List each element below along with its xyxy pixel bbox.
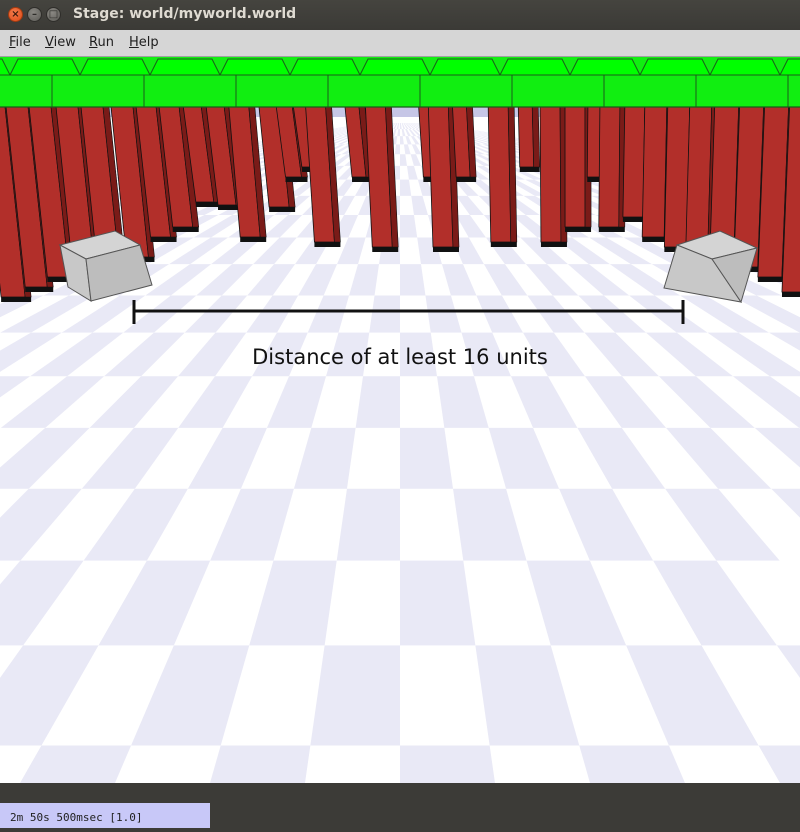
pillar-shadow <box>172 227 199 232</box>
close-icon: × <box>11 9 20 20</box>
floor-tile <box>336 488 400 561</box>
pillar-shadow <box>314 242 341 247</box>
pillar <box>564 96 586 228</box>
pillar-shadow <box>598 227 625 232</box>
floor-tile <box>400 745 495 783</box>
wall-top-block <box>709 58 781 76</box>
menu-run[interactable]: Run <box>89 35 114 50</box>
wall-block <box>603 74 697 108</box>
wall-top-block <box>639 58 711 76</box>
menu-help[interactable]: Help <box>129 35 159 50</box>
floor-tile <box>400 560 476 646</box>
wall-top-block <box>9 58 81 76</box>
wall-block <box>695 74 789 108</box>
wall-top-block <box>289 58 361 76</box>
menu-help-label: elp <box>138 35 159 50</box>
wall-top-block <box>429 58 501 76</box>
maximize-icon: □ <box>48 9 59 20</box>
wall-block <box>419 74 513 108</box>
floor-tile <box>400 264 426 296</box>
menu-run-label: un <box>97 35 114 50</box>
wall-block <box>235 74 329 108</box>
pillar <box>641 96 668 238</box>
pillar-shadow <box>195 202 220 207</box>
pillar-shadow <box>285 177 308 182</box>
floor-tile <box>579 745 685 783</box>
minimize-icon: – <box>32 9 37 20</box>
status-bar: 2m 50s 500msec [1.0] <box>0 783 800 828</box>
window-title: Stage: world/myworld.world <box>73 6 297 22</box>
maximize-window-button[interactable]: □ <box>46 7 61 22</box>
pillar-shadow <box>432 247 459 252</box>
wall-block <box>0 74 53 108</box>
wall-top-block <box>79 58 151 76</box>
pillar-shadow <box>269 207 296 212</box>
wall-block <box>787 74 800 108</box>
wall-block <box>327 74 421 108</box>
menu-help-mnemonic: H <box>129 35 139 50</box>
pillar-shadow <box>240 237 267 242</box>
pillar <box>598 96 621 228</box>
pillar <box>622 96 646 218</box>
pillar <box>539 96 562 243</box>
menu-bar: File View Run Help <box>0 30 800 57</box>
wall-top-block <box>149 58 221 76</box>
floor-tile <box>369 295 400 333</box>
menu-file[interactable]: File <box>9 35 31 50</box>
menu-view-label: iew <box>53 35 76 50</box>
wall-block <box>143 74 237 108</box>
menu-view-mnemonic: V <box>45 35 54 50</box>
pillar-shadow <box>372 247 399 252</box>
world-render <box>0 57 800 783</box>
pillar-shadow <box>540 242 567 247</box>
green-wall <box>0 57 800 108</box>
wall-top-block <box>359 58 431 76</box>
pillar-shadow <box>25 287 54 292</box>
menu-view[interactable]: View <box>45 35 76 50</box>
pillar-shadow <box>150 237 177 242</box>
pillar-shadow <box>565 227 592 232</box>
pillar-shadow <box>781 292 800 297</box>
floor-tile <box>400 427 454 489</box>
pillar <box>487 96 512 243</box>
wall-block <box>511 74 605 108</box>
pillar-shadow <box>1 297 32 302</box>
minimize-window-button[interactable]: – <box>27 7 42 22</box>
pillar-shadow <box>490 242 517 247</box>
floor-tile <box>310 645 400 746</box>
wall-top-block <box>569 58 641 76</box>
wall-top-block <box>219 58 291 76</box>
close-window-button[interactable]: × <box>8 7 23 22</box>
simulation-time: 2m 50s 500msec [1.0] <box>0 803 210 828</box>
title-bar: × – □ Stage: world/myworld.world <box>0 0 800 30</box>
pillar-shadow <box>519 167 540 172</box>
floor-tile <box>210 745 311 783</box>
3d-viewport[interactable]: Distance of at least 16 units <box>0 57 800 783</box>
wall-block <box>51 74 145 108</box>
menu-file-label: ile <box>15 35 31 50</box>
floor-tile <box>355 376 400 428</box>
distance-annotation: Distance of at least 16 units <box>252 345 548 369</box>
pillar-shadow <box>456 177 477 182</box>
wall-top-block <box>499 58 571 76</box>
